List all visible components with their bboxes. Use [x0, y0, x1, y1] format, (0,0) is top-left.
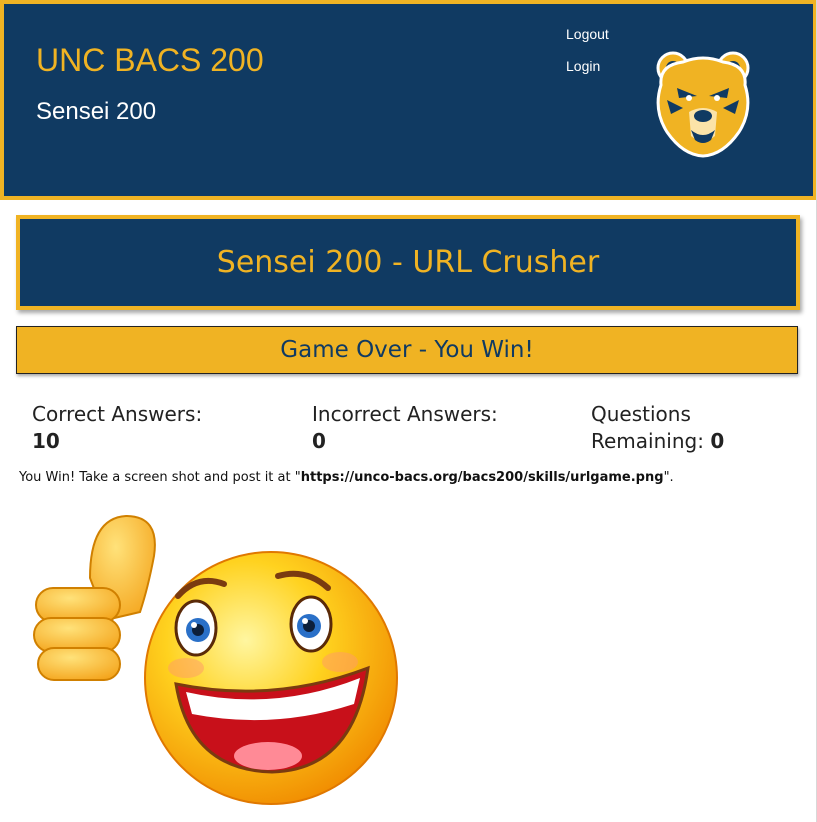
questions-remaining-label-1: Questions — [591, 402, 691, 426]
game-title: Sensei 200 - URL Crusher — [216, 245, 600, 280]
incorrect-answers-stat: Incorrect Answers: 0 — [312, 401, 498, 455]
login-link[interactable]: Login — [566, 58, 600, 74]
bear-mascot-icon — [643, 40, 763, 160]
win-message-suffix: ". — [663, 470, 674, 485]
questions-remaining-label-2: Remaining: — [591, 429, 704, 453]
site-subtitle: Sensei 200 — [36, 98, 157, 125]
win-message: You Win! Take a screen shot and post it … — [19, 470, 674, 485]
site-header: UNC BACS 200 Sensei 200 Logout Login — [0, 0, 817, 200]
incorrect-answers-value: 0 — [312, 429, 326, 453]
game-status-banner: Game Over - You Win! — [16, 326, 798, 374]
questions-remaining-value: 0 — [710, 429, 725, 453]
incorrect-answers-label: Incorrect Answers: — [312, 402, 498, 426]
game-title-panel: Sensei 200 - URL Crusher — [16, 215, 800, 310]
correct-answers-stat: Correct Answers: 10 — [32, 401, 202, 455]
correct-answers-value: 10 — [32, 429, 60, 453]
logout-link[interactable]: Logout — [566, 26, 609, 42]
site-brand: UNC BACS 200 — [36, 42, 264, 78]
correct-answers-label: Correct Answers: — [32, 402, 203, 426]
questions-remaining-stat: Questions Remaining: 0 — [591, 401, 724, 455]
game-status: Game Over - You Win! — [280, 337, 534, 363]
win-message-url: https://unco-bacs.org/bacs200/skills/url… — [300, 470, 664, 485]
win-message-prefix: You Win! Take a screen shot and post it … — [19, 470, 301, 485]
thumbs-up-smiley-icon — [28, 508, 408, 808]
